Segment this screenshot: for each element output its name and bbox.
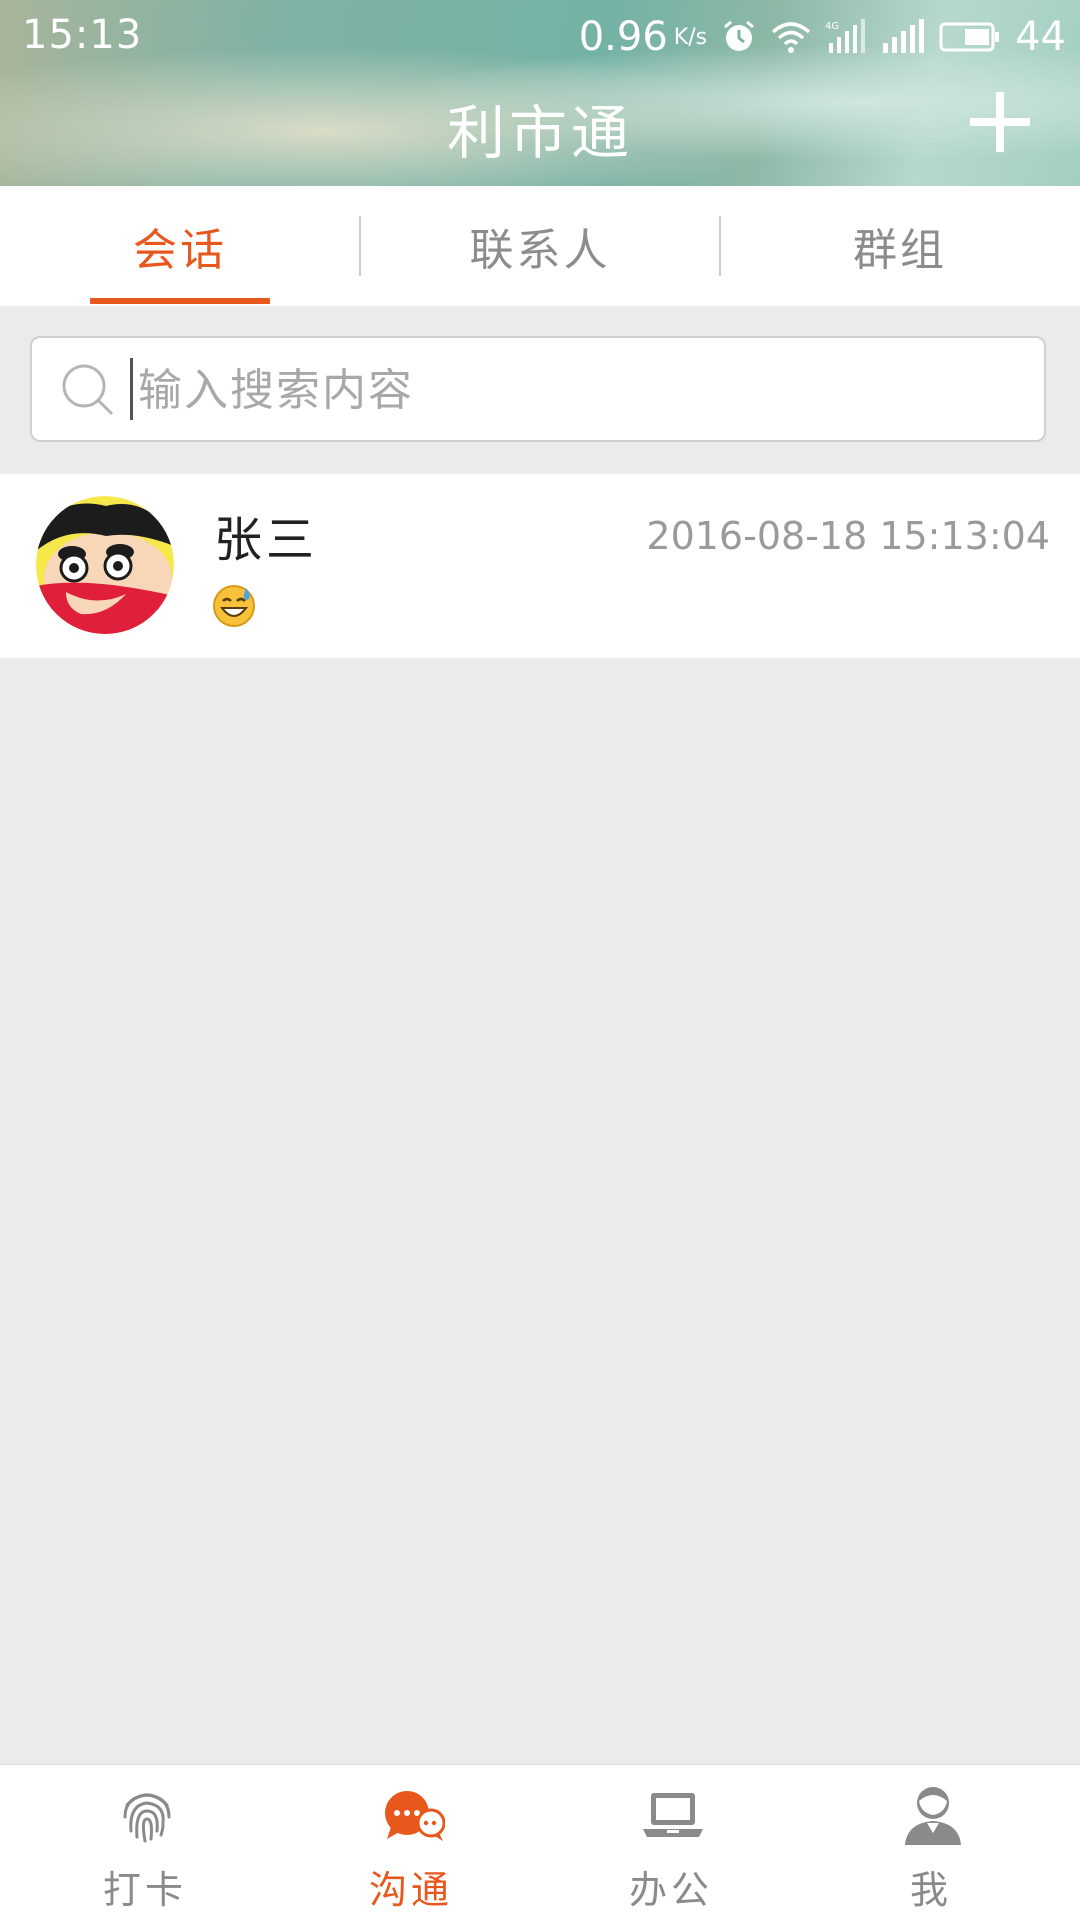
nav-label: 办公 xyxy=(628,1868,713,1912)
app-screen: 15:13 0.96 K/s 4G 44 利市通 会话 联系人 群组 输入搜索内… xyxy=(0,0,1080,1921)
status-time: 15:13 xyxy=(22,12,143,58)
tab-groups[interactable]: 群组 xyxy=(720,186,1080,306)
alarm-icon xyxy=(721,19,757,55)
tab-contacts[interactable]: 联系人 xyxy=(360,186,720,306)
network-speed: 0.96 xyxy=(578,14,668,60)
search-area xyxy=(0,306,1080,474)
active-tab-indicator xyxy=(90,298,270,304)
chat-bubbles-icon xyxy=(385,1791,445,1841)
status-bar: 15:13 0.96 K/s 4G 44 xyxy=(0,0,1080,76)
svg-text:4G: 4G xyxy=(825,21,839,32)
message-timestamp: 2016-08-18 15:13:04 xyxy=(646,514,1050,558)
text-caret xyxy=(130,358,133,420)
nav-label: 我 xyxy=(909,1868,952,1912)
tab-bar: 会话 联系人 群组 xyxy=(0,186,1080,307)
tab-label: 联系人 xyxy=(469,225,611,276)
person-icon xyxy=(905,1787,961,1845)
wifi-icon xyxy=(771,20,811,54)
nav-item-me[interactable]: 我 xyxy=(796,1765,1066,1921)
nav-label: 打卡 xyxy=(102,1868,187,1912)
laptop-icon xyxy=(643,1793,703,1837)
tab-label: 群组 xyxy=(853,225,947,276)
avatar xyxy=(36,496,174,634)
nav-item-office[interactable]: 办公 xyxy=(536,1765,806,1921)
sweat-smile-emoji-icon xyxy=(213,585,255,627)
contact-name: 张三 xyxy=(214,512,319,568)
plus-icon[interactable] xyxy=(970,92,1030,152)
search-icon xyxy=(62,364,114,416)
nav-label: 沟通 xyxy=(368,1868,453,1912)
search-box[interactable] xyxy=(30,336,1046,442)
signal-4g-icon: 4G xyxy=(825,19,867,55)
app-header: 15:13 0.96 K/s 4G 44 利市通 xyxy=(0,0,1080,186)
search-input[interactable] xyxy=(136,352,1020,428)
battery-level: 44 xyxy=(1015,14,1066,60)
status-right-group: 0.96 K/s 4G 44 xyxy=(579,10,1066,64)
fingerprint-icon xyxy=(123,1793,171,1843)
tab-conversations[interactable]: 会话 xyxy=(0,186,360,306)
nav-item-checkin[interactable]: 打卡 xyxy=(10,1765,280,1921)
page-title: 利市通 xyxy=(446,99,633,167)
nav-item-communicate[interactable]: 沟通 xyxy=(276,1765,546,1921)
battery-icon xyxy=(939,20,1001,54)
signal-icon xyxy=(881,19,925,55)
network-speed-unit: K/s xyxy=(673,24,708,50)
tab-label: 会话 xyxy=(133,225,227,276)
bottom-navigation: 打卡 沟通 办公 我 xyxy=(0,1764,1080,1921)
conversation-list-item[interactable]: 张三 2016-08-18 15:13:04 xyxy=(0,474,1080,658)
